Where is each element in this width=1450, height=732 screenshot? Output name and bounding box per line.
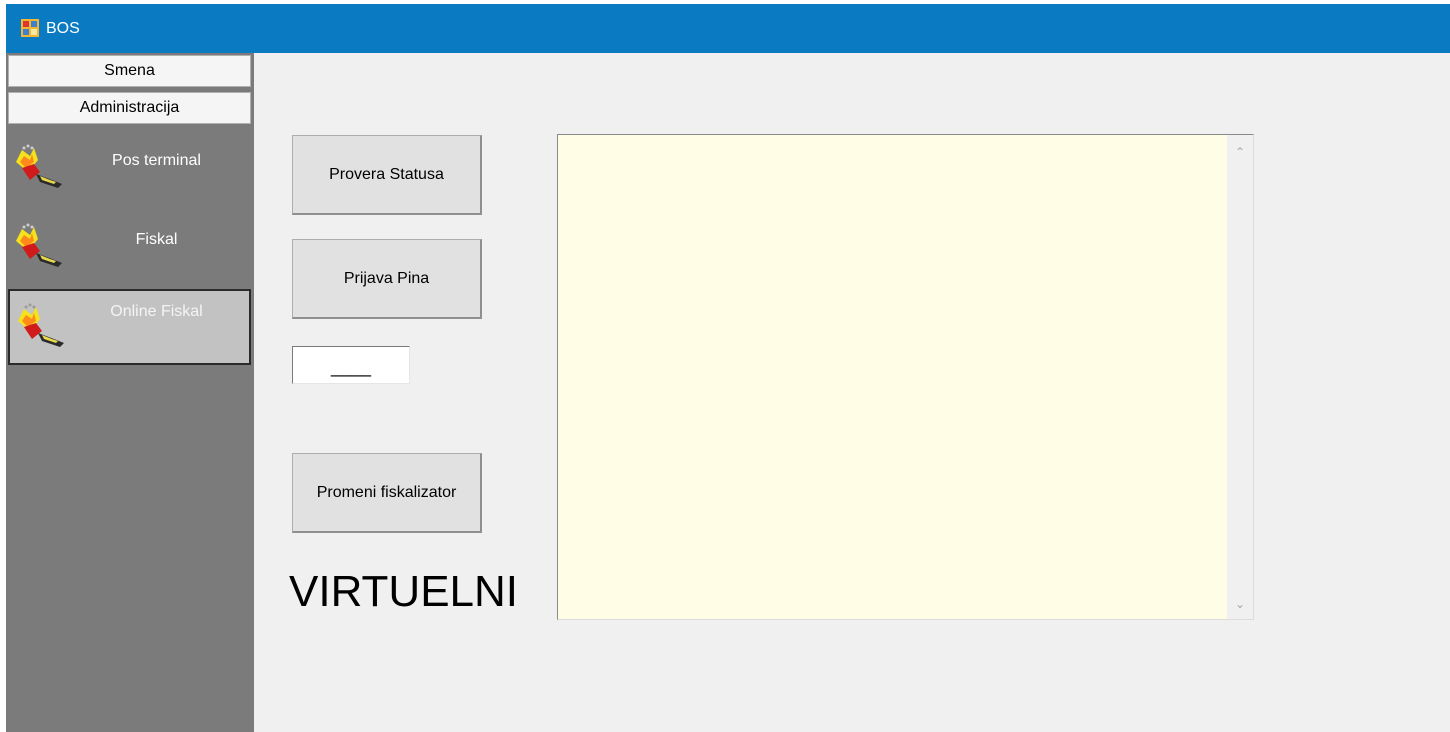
title-bar: BOS xyxy=(6,4,1450,53)
check-status-button[interactable]: Provera Statusa xyxy=(292,135,482,215)
sidebar-item-label: Fiskal xyxy=(135,231,178,248)
change-fiscalizer-button[interactable]: Promeni fiskalizator xyxy=(292,453,482,533)
sidebar-group-administracija[interactable]: Administracija xyxy=(8,92,251,124)
pin-field[interactable] xyxy=(292,346,410,384)
sidebar-item-fiskal[interactable]: Fiskal xyxy=(8,211,251,287)
plug-icon xyxy=(18,303,64,347)
log-textarea[interactable]: ⌃ ⌄ xyxy=(557,134,1254,620)
scroll-up-icon[interactable]: ⌃ xyxy=(1227,139,1253,165)
app-icon xyxy=(21,19,39,37)
plug-icon xyxy=(16,223,62,267)
pin-login-button[interactable]: Prijava Pina xyxy=(292,239,482,319)
sidebar-item-label: Pos terminal xyxy=(112,152,201,169)
scroll-down-icon[interactable]: ⌄ xyxy=(1227,591,1253,617)
plug-icon xyxy=(16,144,62,188)
sidebar-item-online-fiskal[interactable]: Online Fiskal xyxy=(8,289,251,365)
window-title: BOS xyxy=(46,20,80,37)
app-window: BOS Smena Administracija Pos terminal Fi… xyxy=(6,4,1450,732)
sidebar-item-label: Online Fiskal xyxy=(110,303,203,320)
sidebar: Smena Administracija Pos terminal Fiskal… xyxy=(6,53,254,732)
sidebar-group-smena[interactable]: Smena xyxy=(8,55,251,87)
sidebar-item-pos-terminal[interactable]: Pos terminal xyxy=(8,132,251,208)
fiscalizer-label: VIRTUELNI xyxy=(289,567,519,616)
log-content xyxy=(558,135,1253,143)
vertical-scrollbar[interactable]: ⌃ ⌄ xyxy=(1227,135,1253,619)
